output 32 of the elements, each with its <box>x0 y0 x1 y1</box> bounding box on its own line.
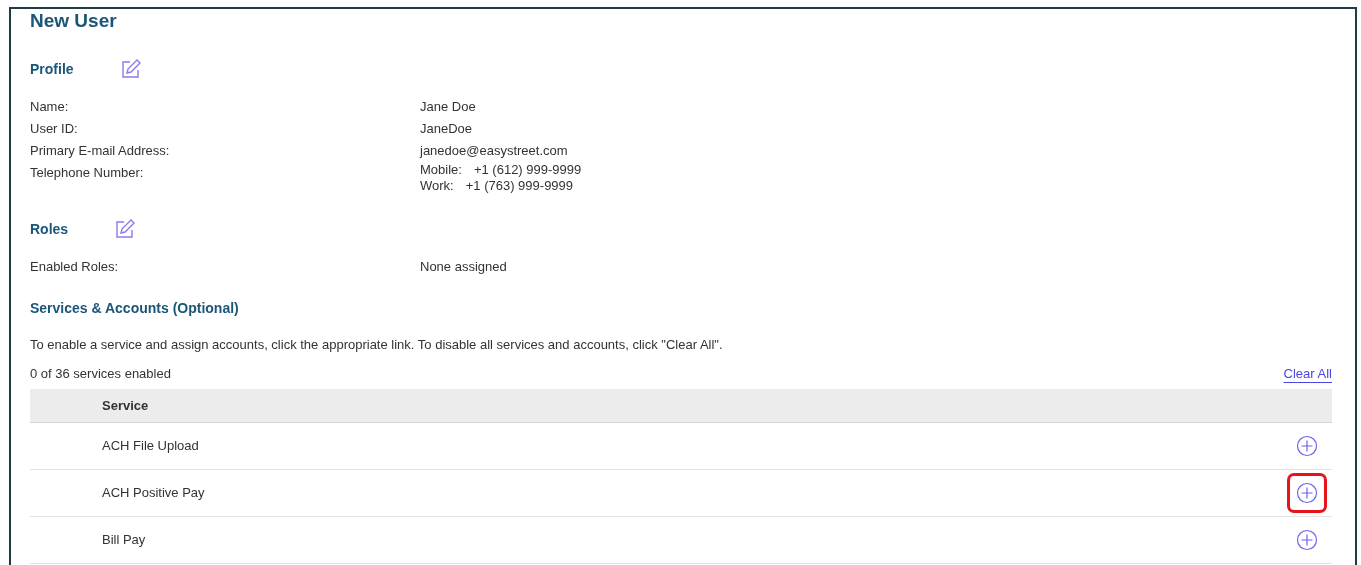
field-label: Name: <box>30 98 70 116</box>
phone-number: +1 (612) 999-9999 <box>473 162 582 178</box>
field-label: User ID: <box>30 120 79 138</box>
plus-icon <box>1296 529 1318 551</box>
section-heading: Roles <box>30 219 69 239</box>
plus-icon <box>1296 482 1318 504</box>
service-name: Bill Pay <box>102 531 146 550</box>
services-count: 0 of 36 services enabled <box>30 364 171 383</box>
field-label: Primary E-mail Address: <box>30 142 171 160</box>
phone-type: Work: <box>420 178 454 194</box>
phone-type: Mobile: <box>420 162 462 178</box>
field-value: Jane Doe <box>420 98 476 116</box>
add-button[interactable] <box>1296 435 1318 457</box>
section-heading: Profile <box>30 59 74 79</box>
phone-number: +1 (763) 999-9999 <box>465 178 574 194</box>
add-button[interactable] <box>1296 482 1318 504</box>
section-heading: Services & Accounts (Optional) <box>30 299 240 318</box>
edit-icon[interactable] <box>114 218 137 240</box>
add-button[interactable] <box>1296 529 1318 551</box>
service-name: ACH File Upload <box>102 437 199 456</box>
field-value: None assigned <box>420 258 507 276</box>
field-value: JaneDoe <box>420 120 473 138</box>
field-value: janedoe@easystreet.com <box>420 142 568 160</box>
table-header: Service <box>30 389 1332 423</box>
field-label: Enabled Roles: <box>30 258 120 276</box>
plus-icon <box>1296 435 1318 457</box>
field-label: Telephone Number: <box>30 164 145 182</box>
page-title: New User <box>30 9 118 33</box>
clear-all-link[interactable]: Clear All <box>1283 363 1332 383</box>
edit-icon[interactable] <box>119 58 142 80</box>
instructions-text: To enable a service and assign accounts, click the appropriate link. To disable all services and accounts, click "Clear All". <box>30 336 724 354</box>
service-name: ACH Positive Pay <box>102 484 205 503</box>
